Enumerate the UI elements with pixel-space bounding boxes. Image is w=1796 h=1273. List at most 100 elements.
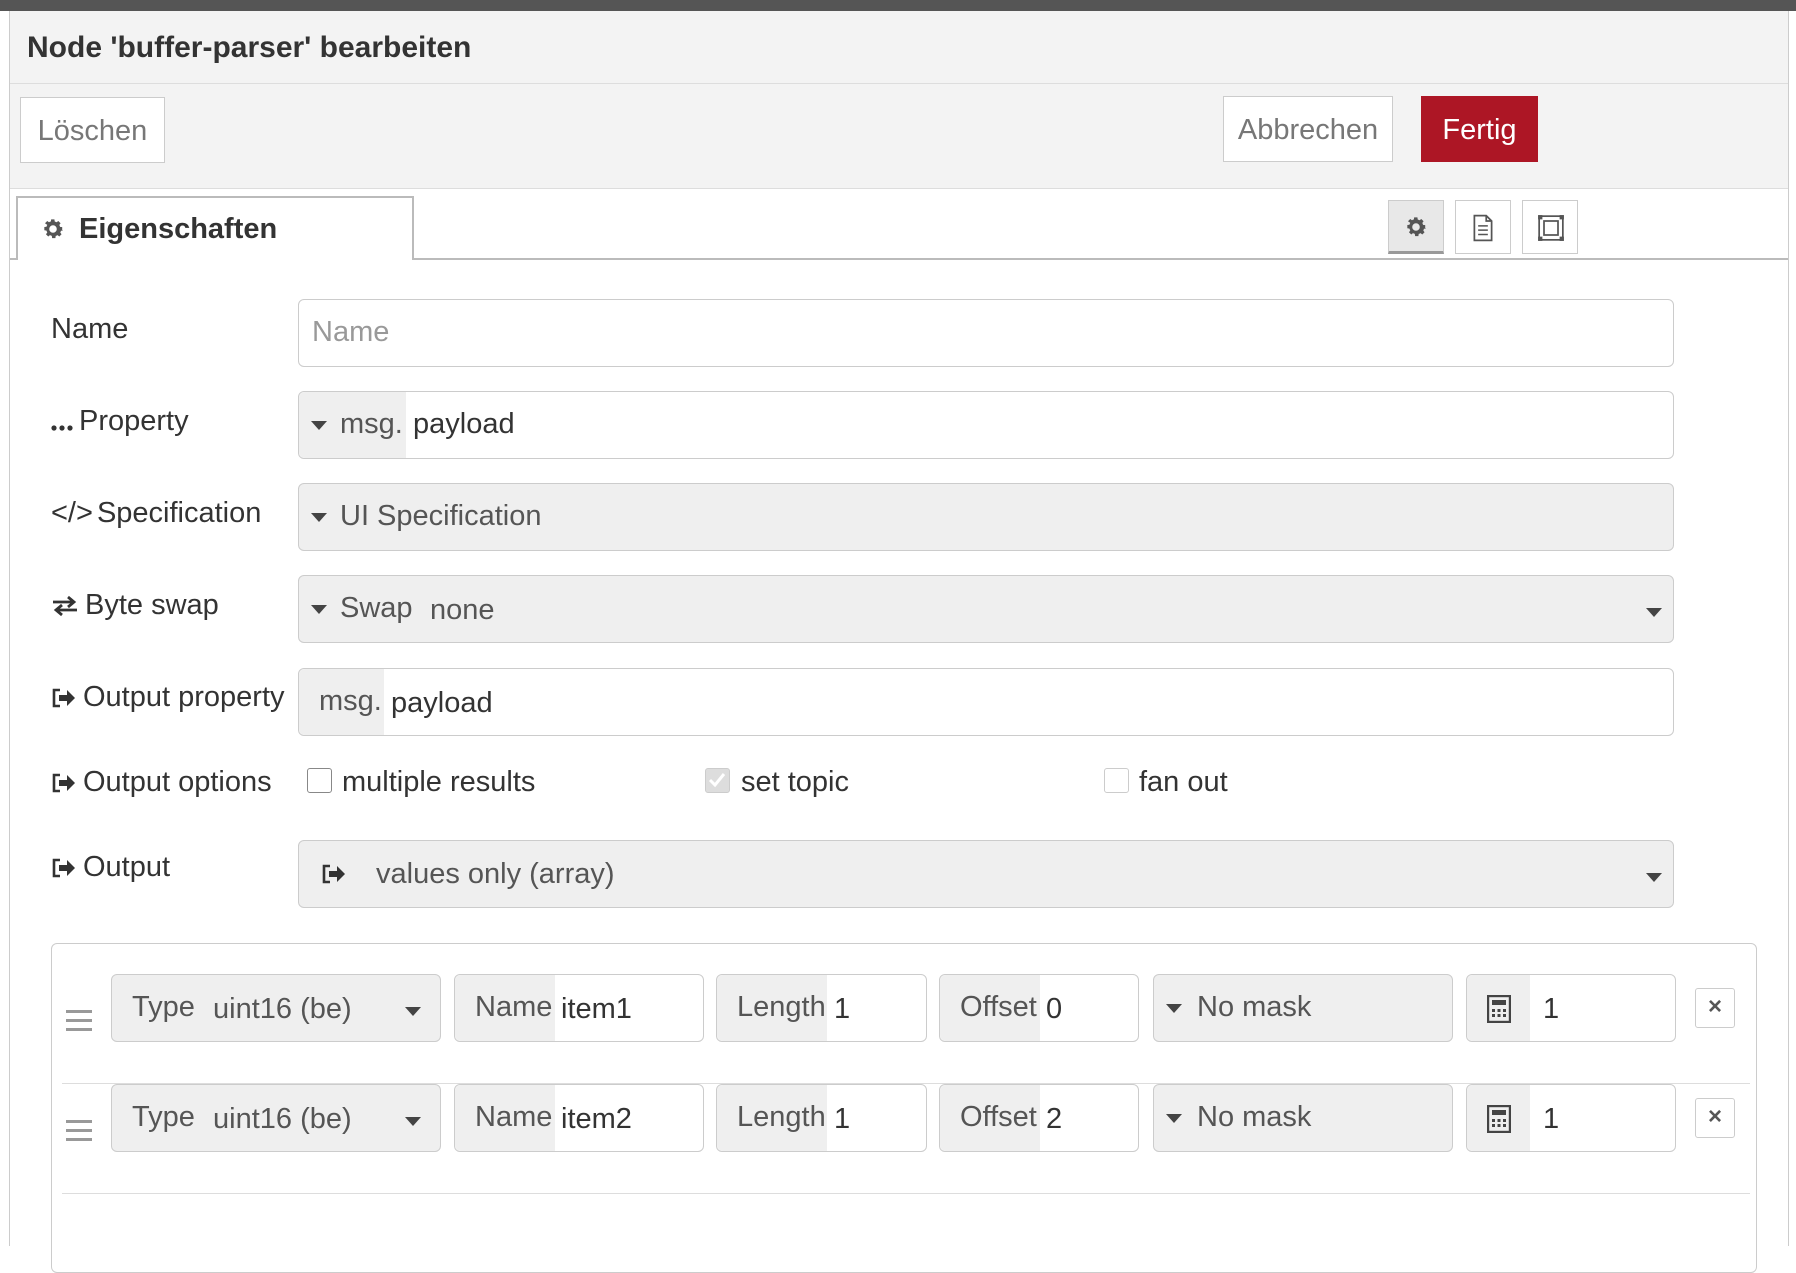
property-value: payload [413, 408, 515, 440]
output-property-input[interactable]: msg. payload [298, 668, 1674, 736]
specification-value: UI Specification [340, 500, 542, 532]
name-input[interactable]: Name [298, 299, 1674, 367]
close-icon: × [1707, 1103, 1722, 1130]
item-scale-input[interactable]: 1 [1466, 974, 1676, 1042]
output-property-label: Output property [51, 681, 285, 714]
multiple-results-label: multiple results [342, 766, 536, 798]
drag-handle-icon[interactable] [66, 1010, 92, 1034]
edit-node-dialog: Node 'buffer-parser' bearbeiten Löschen … [9, 11, 1789, 1273]
item-mask-select[interactable]: No mask [1153, 1084, 1453, 1152]
item-offset-value: 0 [1046, 993, 1063, 1025]
caret-down-icon [311, 605, 327, 614]
caret-down-icon [1646, 873, 1662, 882]
item-name-label: Name [475, 1101, 553, 1133]
close-icon: × [1707, 993, 1722, 1020]
window-top-bar [0, 0, 1796, 11]
item-type-select[interactable]: Type uint16 (be) [111, 1084, 441, 1152]
multiple-results-checkbox[interactable] [307, 768, 332, 793]
item-name-prefix-box: Name [455, 1085, 555, 1151]
item-scale-prefix-box [1467, 1085, 1530, 1151]
fan-out-checkbox[interactable] [1104, 768, 1129, 793]
property-type-selector[interactable]: msg. [299, 392, 406, 458]
item-name-prefix-box: Name [455, 975, 555, 1041]
remove-item-button[interactable]: × [1695, 1098, 1735, 1138]
output-property-prefix-box: msg. [299, 669, 384, 735]
calculator-icon [1487, 995, 1511, 1023]
caret-down-icon [1646, 608, 1662, 617]
remove-item-button[interactable]: × [1695, 988, 1735, 1028]
caret-down-icon [311, 513, 327, 522]
item-offset-prefix-box: Offset [940, 975, 1040, 1041]
item-type-value: uint16 (be) [213, 1103, 352, 1135]
frame-icon [1538, 215, 1564, 241]
list-item: Type uint16 (be) Name item2 Length 1 Off… [52, 1084, 1758, 1194]
item-type-label: Type [132, 1101, 195, 1133]
item-offset-prefix-box: Offset [940, 1085, 1040, 1151]
gear-icon [1407, 217, 1427, 237]
specification-select[interactable]: UI Specification [298, 483, 1674, 551]
name-placeholder: Name [312, 316, 390, 348]
output-value: values only (array) [376, 858, 615, 890]
item-length-value: 1 [834, 993, 851, 1025]
property-label: Property [51, 405, 189, 438]
caret-down-icon [405, 1007, 421, 1016]
item-offset-input[interactable]: Offset 2 [939, 1084, 1139, 1152]
byte-swap-value: none [430, 594, 495, 626]
byte-swap-select[interactable]: Swap none [298, 575, 1674, 643]
tab-properties-label: Eigenschaften [79, 213, 278, 245]
name-label: Name [51, 313, 129, 345]
dialog-title-bar: Node 'buffer-parser' bearbeiten [10, 11, 1788, 84]
code-icon: </> [51, 497, 93, 529]
property-prefix: msg. [340, 408, 403, 440]
tab-properties[interactable]: Eigenschaften [16, 196, 414, 260]
item-length-input[interactable]: Length 1 [716, 974, 927, 1042]
item-name-input[interactable]: Name item2 [454, 1084, 704, 1152]
specification-label: </> Specification [51, 497, 262, 529]
item-scale-input[interactable]: 1 [1466, 1084, 1676, 1152]
output-label: Output [51, 851, 170, 884]
description-tab-button[interactable] [1455, 200, 1511, 254]
item-name-input[interactable]: Name item1 [454, 974, 704, 1042]
item-length-label: Length [737, 1101, 826, 1133]
item-name-label: Name [475, 991, 553, 1023]
done-button[interactable]: Fertig [1421, 96, 1538, 162]
item-length-prefix-box: Length [717, 1085, 827, 1151]
item-name-value: item1 [561, 993, 632, 1025]
list-item: Type uint16 (be) Name item1 Length 1 Off… [52, 974, 1758, 1084]
fan-out-label: fan out [1139, 766, 1228, 798]
document-icon [1473, 214, 1493, 242]
item-scale-value: 1 [1543, 1103, 1560, 1135]
sign-out-icon [52, 858, 75, 878]
dialog-toolbar: Löschen Abbrechen Fertig [10, 84, 1788, 189]
set-topic-checkbox[interactable] [705, 768, 730, 793]
appearance-tab-button[interactable] [1522, 200, 1578, 254]
item-mask-select[interactable]: No mask [1153, 974, 1453, 1042]
sign-out-icon [52, 773, 75, 793]
item-offset-label: Offset [960, 991, 1037, 1023]
item-length-value: 1 [834, 1103, 851, 1135]
item-offset-value: 2 [1046, 1103, 1063, 1135]
caret-down-icon [1166, 1004, 1182, 1013]
drag-handle-icon[interactable] [66, 1120, 92, 1144]
property-input[interactable]: msg. payload [298, 391, 1674, 459]
gear-icon [44, 219, 64, 239]
item-mask-value: No mask [1197, 991, 1312, 1023]
item-scale-prefix-box [1467, 975, 1530, 1041]
item-length-input[interactable]: Length 1 [716, 1084, 927, 1152]
swap-arrows-icon [53, 595, 77, 617]
sign-out-icon [52, 688, 75, 708]
tabs-row: Eigenschaften [10, 188, 1788, 260]
settings-tab-button[interactable] [1388, 200, 1444, 254]
byte-swap-prefix: Swap [340, 592, 413, 624]
delete-button[interactable]: Löschen [20, 97, 165, 163]
checkmark-icon [708, 773, 726, 788]
item-offset-input[interactable]: Offset 0 [939, 974, 1139, 1042]
item-type-select[interactable]: Type uint16 (be) [111, 974, 441, 1042]
output-options-label: Output options [51, 766, 272, 799]
item-mask-value: No mask [1197, 1101, 1312, 1133]
item-type-value: uint16 (be) [213, 993, 352, 1025]
ellipsis-icon [51, 425, 73, 431]
row-divider [62, 1192, 1750, 1194]
cancel-button[interactable]: Abbrechen [1223, 96, 1393, 162]
output-select[interactable]: values only (array) [298, 840, 1674, 908]
